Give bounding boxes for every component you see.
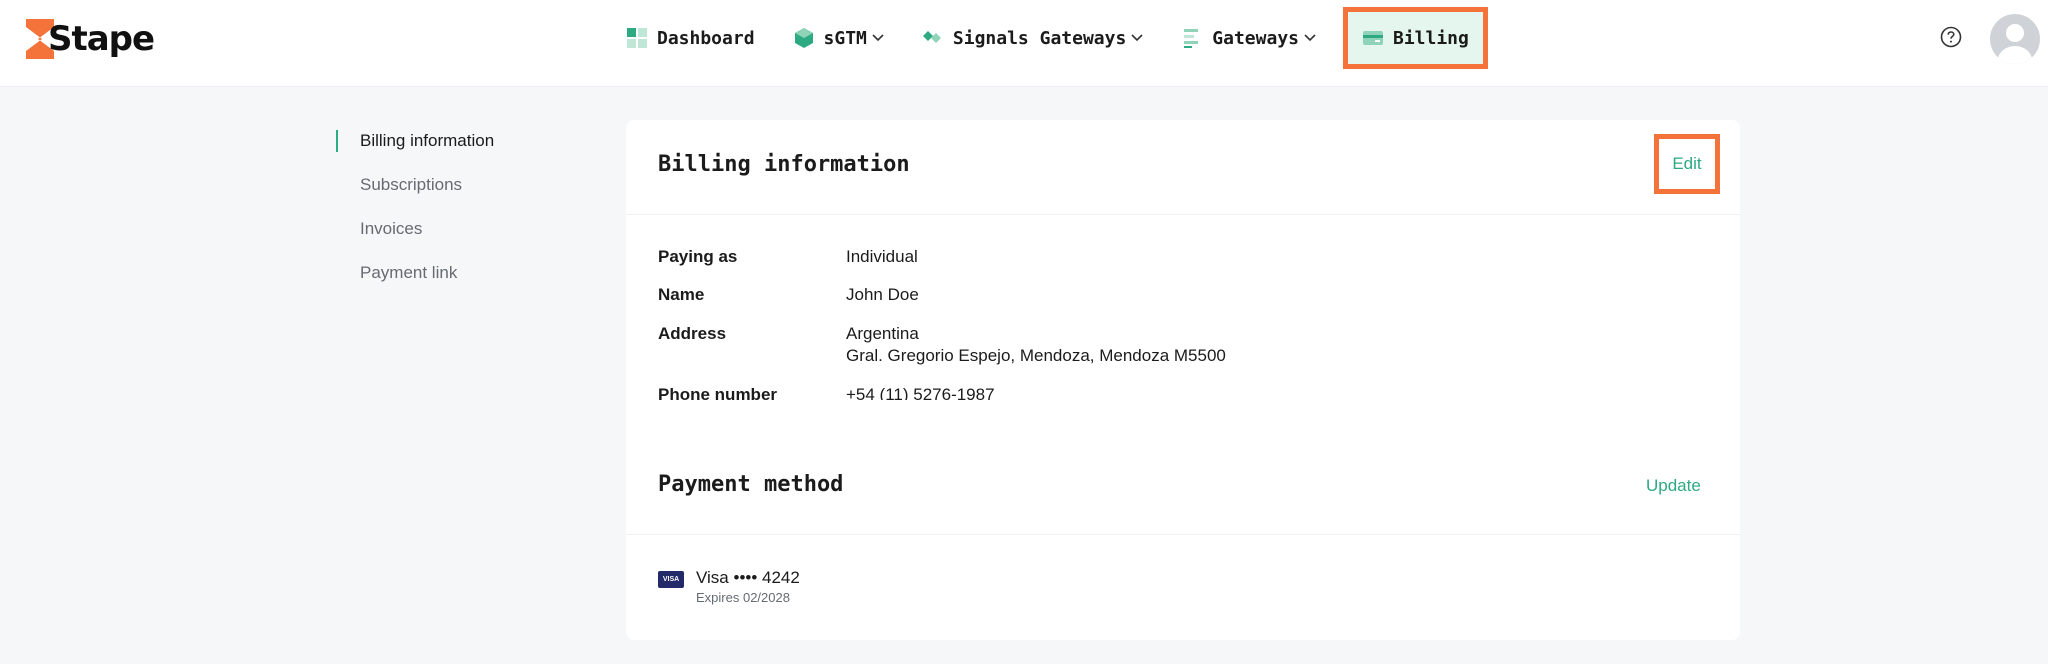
nav-dashboard[interactable]: Dashboard bbox=[614, 12, 767, 64]
billing-sidebar: Billing information Subscriptions Invoic… bbox=[336, 126, 576, 302]
sidebar-item-label: Subscriptions bbox=[360, 175, 463, 194]
stape-logo[interactable]: Stape bbox=[26, 18, 155, 60]
billing-title: Billing information bbox=[658, 152, 910, 177]
chevron-down-icon bbox=[1131, 34, 1143, 42]
visa-card-icon: VISA bbox=[658, 571, 684, 588]
credit-card-icon bbox=[1363, 31, 1383, 45]
billing-row-address: Address Argentina Gral. Gregorio Espejo,… bbox=[658, 323, 1226, 367]
sidebar-item-label: Invoices bbox=[360, 219, 423, 238]
edit-button[interactable]: Edit bbox=[1654, 134, 1720, 194]
user-avatar-icon bbox=[1998, 24, 2032, 64]
card-number: Visa •••• 4242 bbox=[696, 568, 800, 587]
sidebar-item-label: Billing information bbox=[360, 131, 495, 150]
address-line-1: Argentina bbox=[846, 324, 919, 343]
nav-signals-gateways[interactable]: Signals Gateways bbox=[910, 12, 1155, 64]
sidebar-item-billing-information[interactable]: Billing information bbox=[336, 126, 576, 170]
address-value: Argentina Gral. Gregorio Espejo, Mendoza… bbox=[846, 323, 1226, 367]
nav-sgtm-label: sGTM bbox=[823, 27, 867, 49]
billing-row-name: Name John Doe bbox=[658, 284, 919, 306]
name-value: John Doe bbox=[846, 285, 919, 304]
chevron-down-icon bbox=[872, 34, 884, 42]
billing-card: Billing information Edit Paying as Indiv… bbox=[626, 120, 1740, 640]
paying-as-label: Paying as bbox=[658, 247, 738, 266]
address-line-2: Gral. Gregorio Espejo, Mendoza, Mendoza … bbox=[846, 346, 1226, 365]
billing-row-phone: Phone number +54 (11) 5276-1987 bbox=[658, 384, 995, 400]
address-label: Address bbox=[658, 324, 727, 343]
nav-sgtm[interactable]: sGTM bbox=[781, 12, 896, 64]
help-icon[interactable] bbox=[1940, 26, 1962, 48]
nav-signals-gateways-label: Signals Gateways bbox=[952, 27, 1127, 49]
update-button[interactable]: Update bbox=[1646, 476, 1701, 496]
signals-icon bbox=[922, 31, 941, 43]
chevron-down-icon bbox=[1304, 34, 1316, 42]
nav-billing-label: Billing bbox=[1393, 27, 1469, 49]
name-label: Name bbox=[658, 285, 705, 304]
phone-value: +54 (11) 5276-1987 bbox=[846, 385, 995, 400]
payment-method-title: Payment method bbox=[658, 472, 844, 497]
nav-billing[interactable]: Billing bbox=[1343, 7, 1488, 69]
sidebar-item-invoices[interactable]: Invoices bbox=[336, 214, 576, 258]
sidebar-item-payment-link[interactable]: Payment link bbox=[336, 258, 576, 302]
nav-dashboard-label: Dashboard bbox=[657, 27, 755, 49]
billing-section-header: Billing information Edit bbox=[626, 120, 1740, 215]
avatar[interactable] bbox=[1990, 14, 2040, 64]
brand-name: Stape bbox=[48, 19, 155, 59]
gateways-icon bbox=[1184, 29, 1199, 48]
paying-as-value: Individual bbox=[846, 247, 918, 266]
dashboard-icon bbox=[627, 28, 647, 48]
sidebar-item-subscriptions[interactable]: Subscriptions bbox=[336, 170, 576, 214]
nav-gateways[interactable]: Gateways bbox=[1169, 12, 1328, 64]
sidebar-item-label: Payment link bbox=[360, 263, 458, 282]
nav-gateways-label: Gateways bbox=[1212, 27, 1299, 49]
card-expiry: Expires 02/2028 bbox=[696, 590, 790, 605]
main-nav: Dashboard sGTM Signals Gateways Gateways… bbox=[614, 7, 1497, 69]
top-bar: Stape Dashboard sGTM Signals Gateways Ga… bbox=[0, 0, 2048, 87]
billing-row-paying-as: Paying as Individual bbox=[658, 246, 918, 268]
cube-icon bbox=[794, 28, 813, 48]
phone-label: Phone number bbox=[658, 385, 778, 400]
